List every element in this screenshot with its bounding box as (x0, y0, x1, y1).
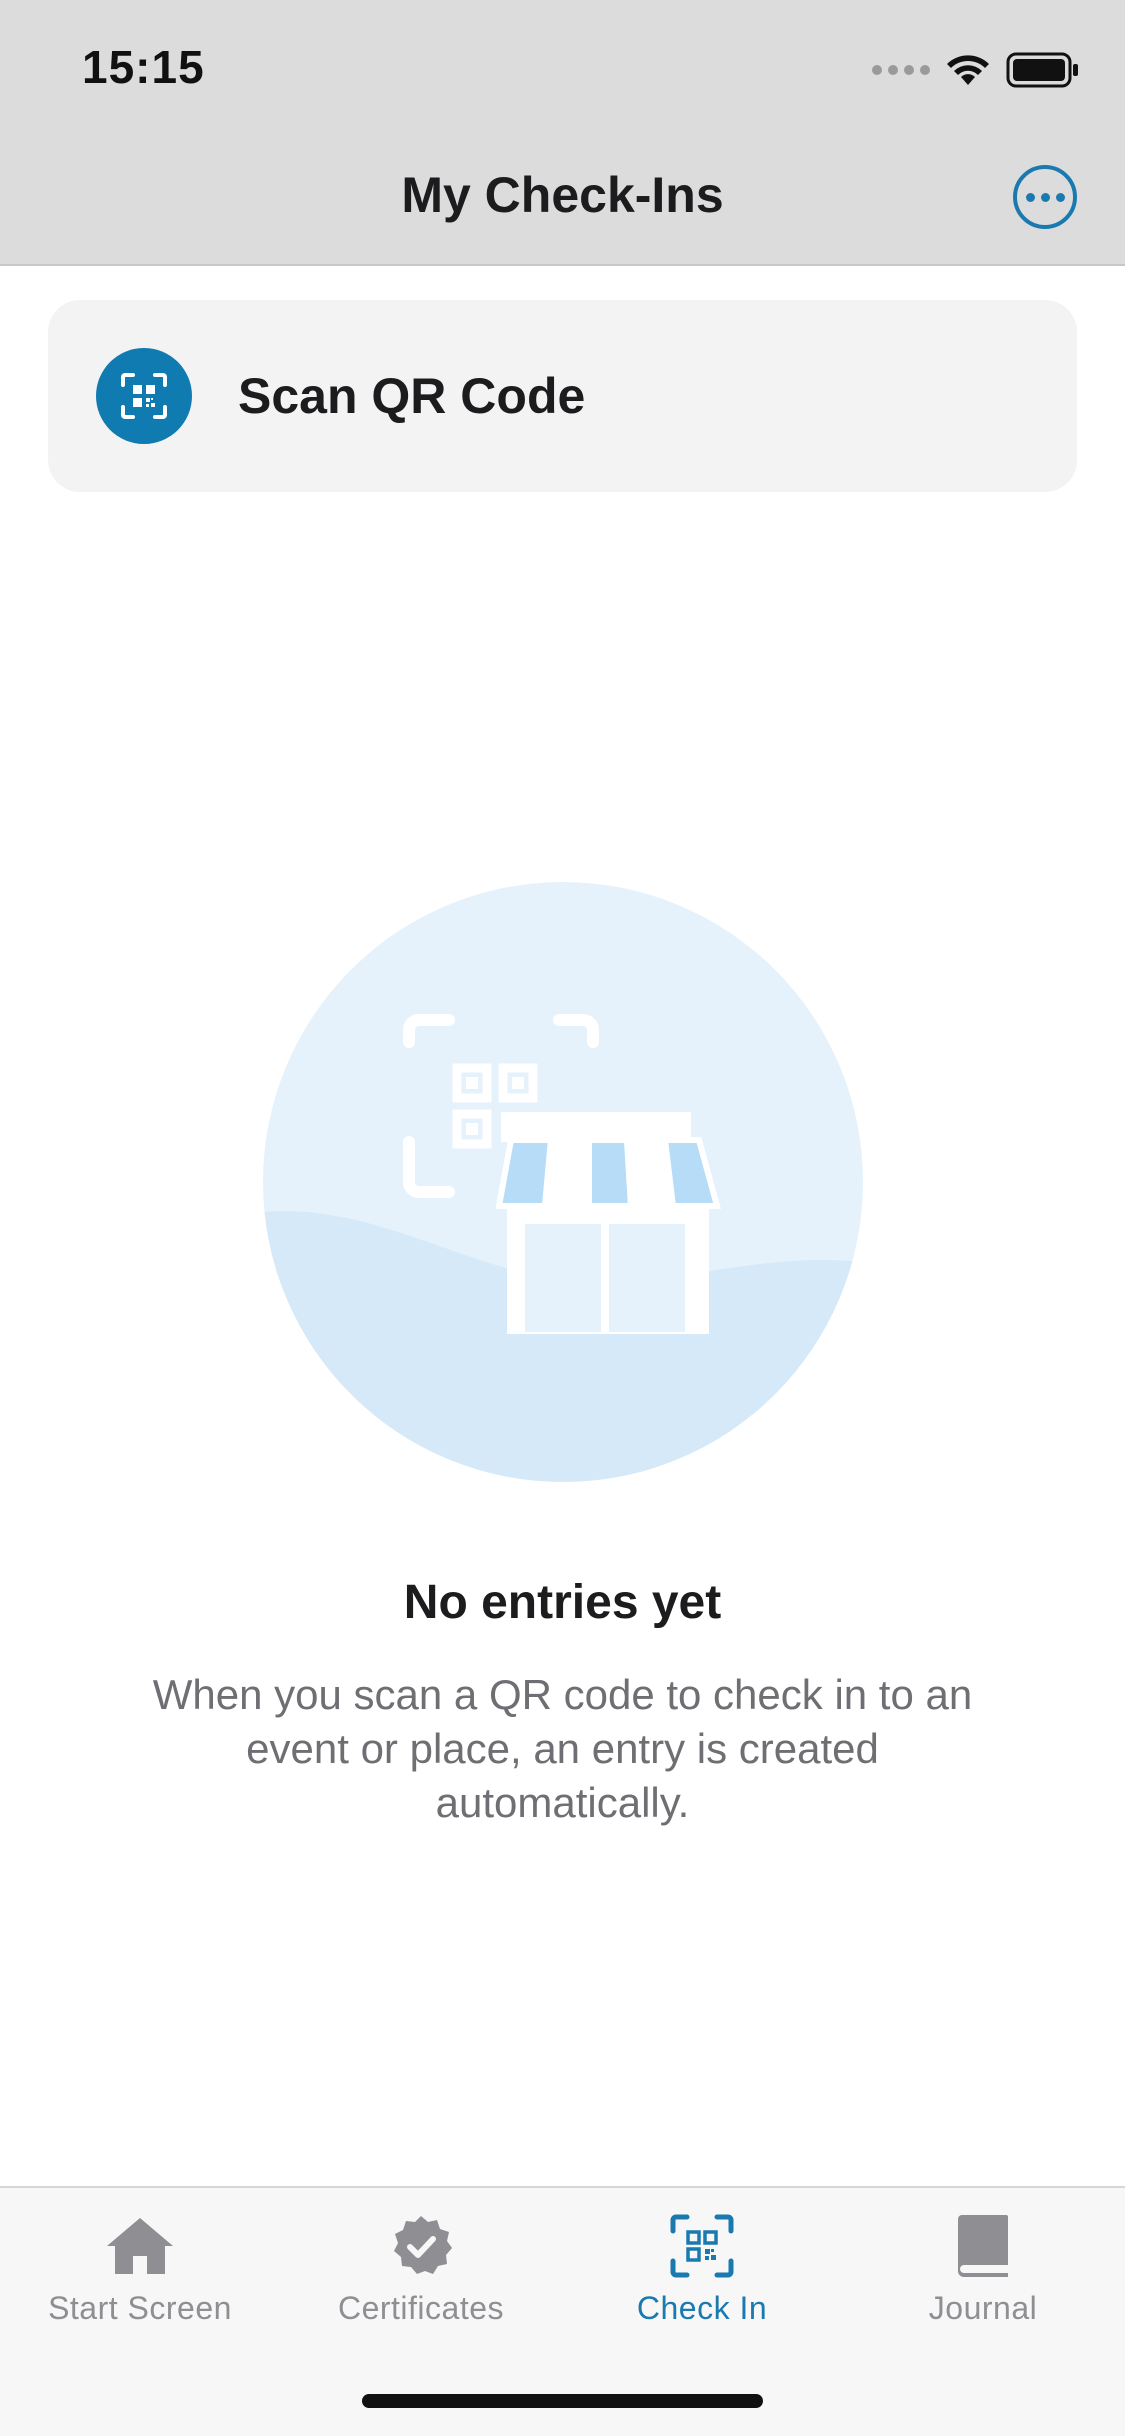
more-options-button[interactable] (1013, 165, 1077, 229)
wifi-icon (947, 55, 989, 85)
page-title: My Check-Ins (401, 167, 724, 223)
tab-certificates[interactable]: Certificates (281, 2210, 561, 2350)
qr-scan-icon (96, 348, 192, 444)
tab-label: Journal (928, 2290, 1038, 2326)
battery-icon (1006, 52, 1078, 88)
empty-state-title: No entries yet (403, 1576, 722, 1629)
status-icons (872, 48, 1080, 92)
cellular-signal-icon (872, 65, 930, 75)
navigation-bar: 15:15 My Check-Ins (0, 0, 1125, 266)
scan-qr-code-button[interactable]: Scan QR Code (48, 300, 1077, 492)
scan-qr-code-label: Scan QR Code (238, 368, 586, 424)
status-time: 15:15 (82, 41, 205, 93)
tab-label: Start Screen (48, 2290, 232, 2326)
tab-journal[interactable]: Journal (843, 2210, 1123, 2350)
tab-start-screen[interactable]: Start Screen (0, 2210, 280, 2350)
storefront-qr-illustration (263, 882, 863, 1482)
certificate-badge-icon (389, 2210, 453, 2282)
qr-scan-icon (669, 2210, 735, 2282)
empty-state-description: When you scan a QR code to check in to a… (152, 1671, 973, 1826)
home-indicator[interactable] (362, 2394, 763, 2408)
home-icon (105, 2210, 175, 2282)
tab-check-in[interactable]: Check In (562, 2210, 842, 2350)
tab-label: Certificates (337, 2290, 505, 2326)
tab-label: Check In (636, 2290, 768, 2326)
book-icon (956, 2210, 1010, 2282)
ellipsis-circle-icon (1025, 192, 1035, 202)
screen: 15:15 My Check-Ins Scan QR Code No entri… (0, 0, 1125, 2436)
